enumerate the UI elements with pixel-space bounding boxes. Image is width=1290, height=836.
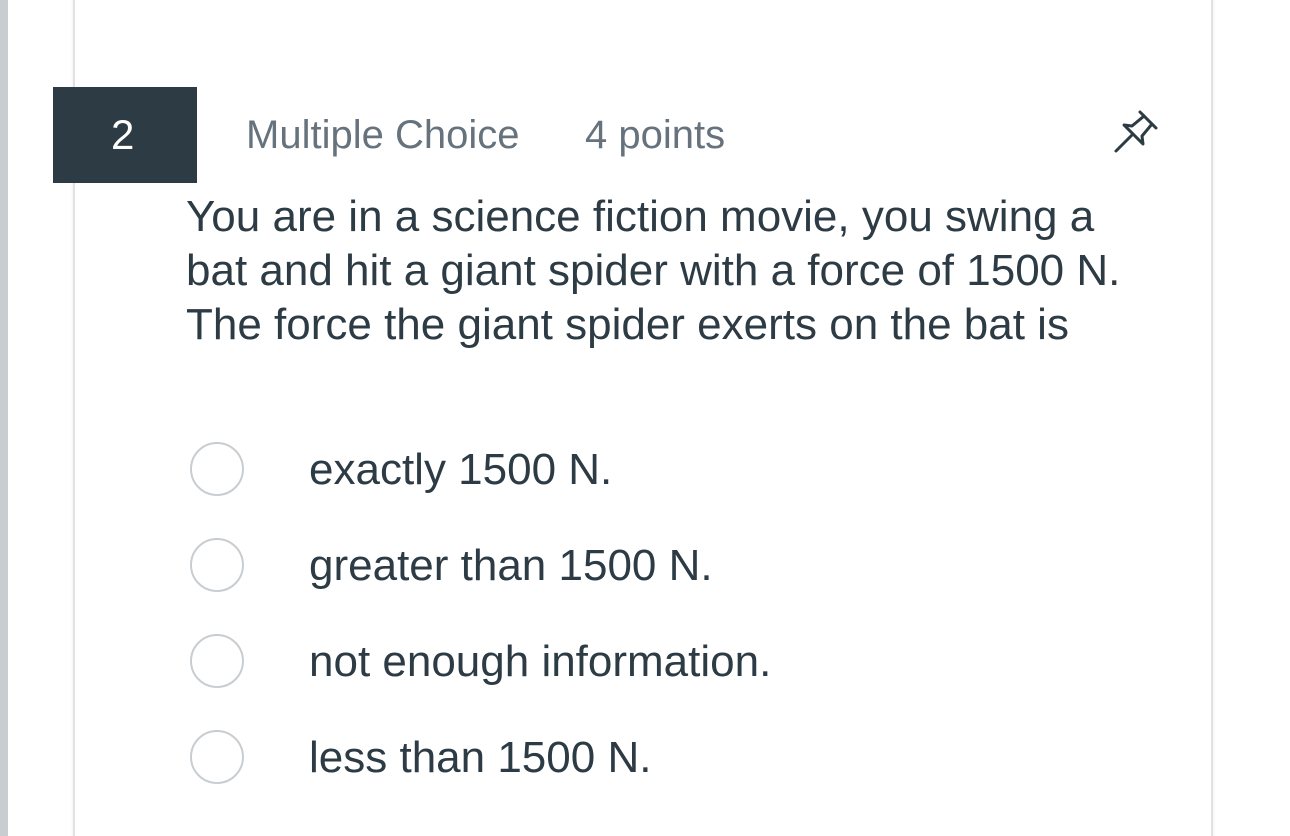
answer-label[interactable]: exactly 1500 N. bbox=[309, 444, 612, 496]
answer-option[interactable]: exactly 1500 N. bbox=[188, 440, 888, 500]
question-text: You are in a science fiction movie, you … bbox=[186, 192, 1121, 349]
radio-button[interactable] bbox=[190, 442, 244, 496]
page-left-edge bbox=[0, 0, 8, 836]
pin-icon[interactable] bbox=[1108, 104, 1164, 160]
question-type: Multiple Choice bbox=[246, 113, 520, 157]
radio-button[interactable] bbox=[190, 634, 244, 688]
question-number: 2 bbox=[53, 87, 197, 183]
answer-option[interactable]: not enough information. bbox=[188, 632, 888, 692]
answer-label[interactable]: not enough information. bbox=[309, 636, 771, 688]
question-points: 4 points bbox=[585, 113, 726, 157]
radio-button[interactable] bbox=[190, 730, 244, 784]
radio-button[interactable] bbox=[190, 538, 244, 592]
answer-option[interactable]: greater than 1500 N. bbox=[188, 536, 888, 596]
answer-option[interactable]: less than 1500 N. bbox=[188, 728, 888, 788]
answer-label[interactable]: less than 1500 N. bbox=[309, 732, 651, 784]
answer-label[interactable]: greater than 1500 N. bbox=[309, 540, 713, 592]
